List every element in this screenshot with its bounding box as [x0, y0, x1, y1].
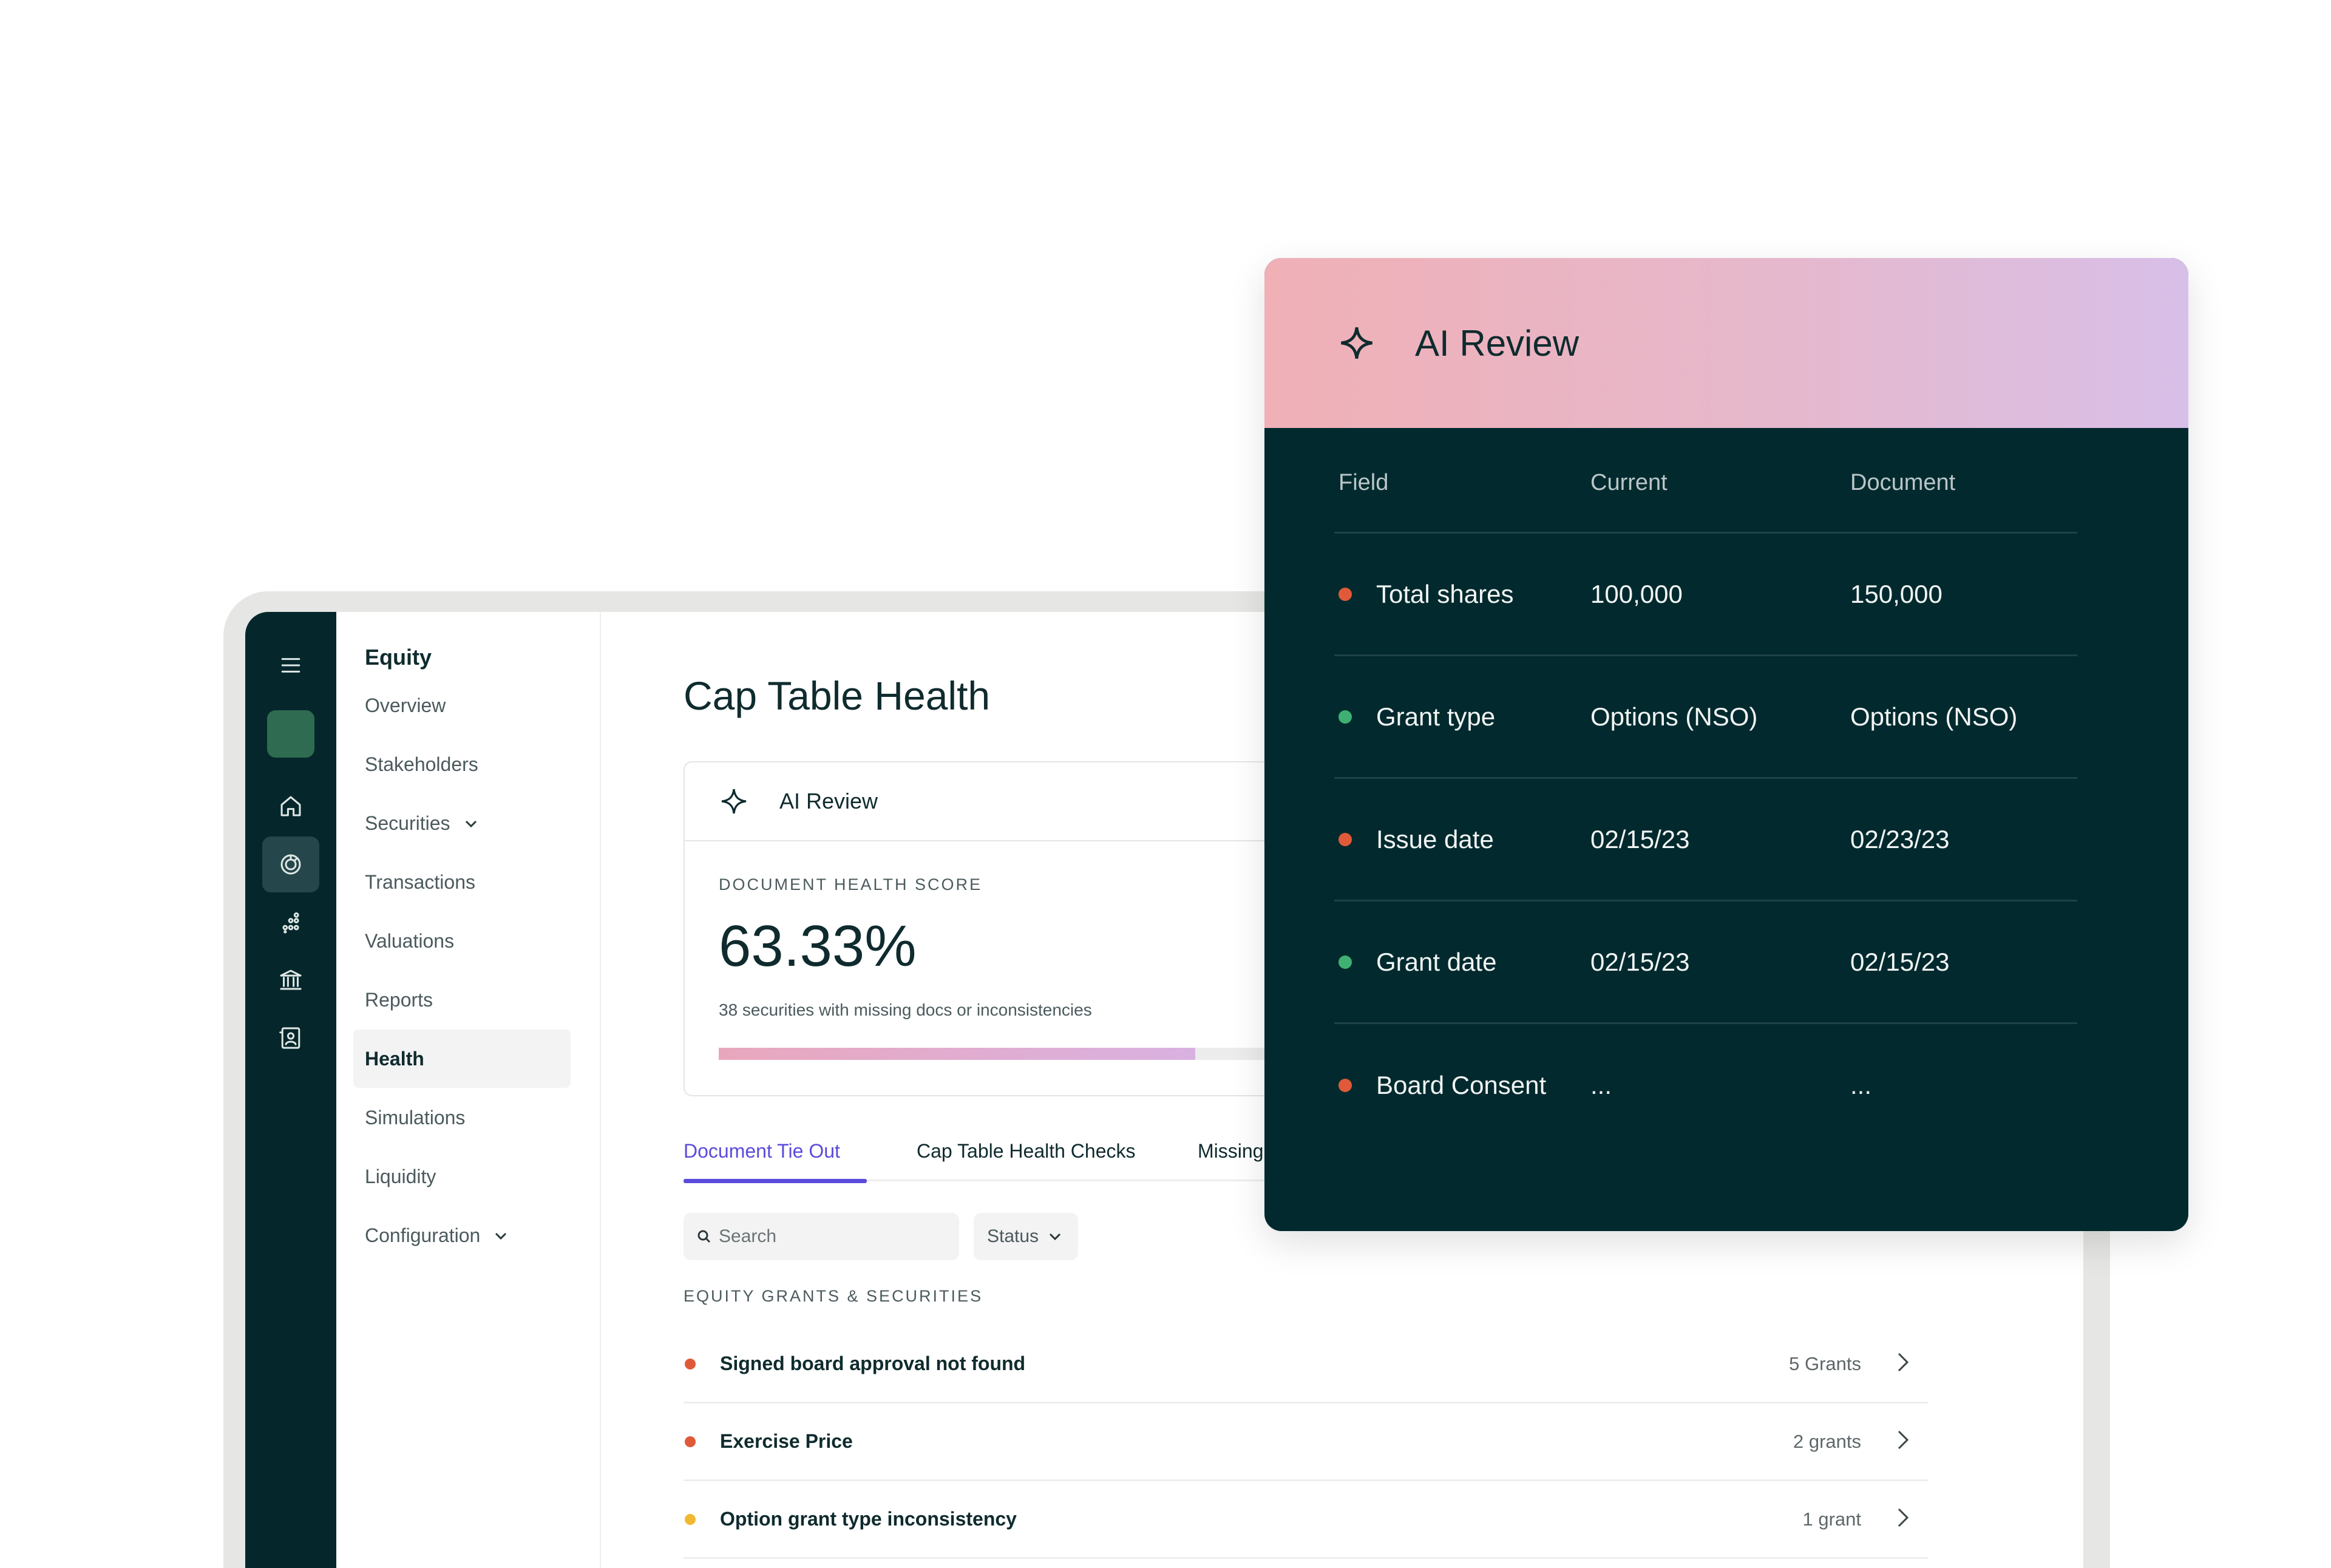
table-row[interactable]: Total shares 100,000 150,000	[1334, 534, 2077, 656]
table-row[interactable]: Issue date 02/15/23 02/23/23	[1334, 779, 2077, 901]
severity-dot	[685, 1358, 696, 1369]
dots-chart-icon[interactable]	[245, 898, 336, 947]
subnav-item-configuration[interactable]: Configuration	[353, 1206, 571, 1264]
column-header-current: Current	[1590, 470, 1668, 495]
field-name: Board Consent	[1376, 1071, 1547, 1099]
subnav-item-transactions[interactable]: Transactions	[353, 853, 571, 911]
field-name: Grant type	[1376, 702, 1496, 731]
icon-rail	[245, 612, 336, 1568]
document-value: ...	[1850, 1071, 1872, 1099]
issue-title: Signed board approval not found	[720, 1352, 1026, 1374]
issue-title: Option grant type inconsistency	[720, 1508, 1017, 1530]
subnav-item-stakeholders[interactable]: Stakeholders	[353, 735, 571, 793]
ai-review-card-title: AI Review	[779, 789, 878, 813]
issue-row[interactable]: Exercise Price 2 grants	[684, 1403, 1928, 1481]
status-filter-dropdown[interactable]: Status	[974, 1213, 1078, 1260]
sparkle-icon	[1341, 327, 1372, 359]
current-value: ...	[1590, 1071, 1612, 1099]
column-header-document: Document	[1850, 470, 1956, 495]
subnav-item-label: Health	[365, 1047, 424, 1070]
issue-list: Signed board approval not found 5 Grants…	[684, 1326, 1928, 1559]
home-icon[interactable]	[245, 782, 336, 830]
status-dot	[1339, 832, 1352, 846]
sparkle-icon	[721, 789, 747, 814]
ai-review-panel-title: AI Review	[1415, 322, 1579, 364]
contacts-icon[interactable]	[245, 1014, 336, 1062]
field-name: Issue date	[1376, 824, 1494, 854]
section-label: EQUITY GRANTS & SECURITIES	[684, 1287, 983, 1305]
subnav-heading: Equity	[365, 645, 432, 670]
subnav-item-reports[interactable]: Reports	[353, 971, 571, 1029]
subnav-item-securities[interactable]: Securities	[353, 794, 571, 852]
status-dot	[1339, 710, 1352, 724]
equity-icon[interactable]	[245, 840, 336, 889]
ai-review-panel-header: AI Review	[1264, 258, 2188, 428]
table-row[interactable]: Board Consent ... ...	[1334, 1024, 2077, 1147]
subnav-item-label: Simulations	[365, 1106, 466, 1128]
tab-missing[interactable]: Missing	[1198, 1121, 1263, 1181]
score-value: 63.33%	[719, 914, 917, 979]
field-name: Grant date	[1376, 947, 1497, 976]
bank-icon[interactable]	[245, 955, 336, 1004]
tab-cap-table-health-checks[interactable]: Cap Table Health Checks	[917, 1121, 1136, 1181]
search-placeholder: Search	[719, 1226, 777, 1246]
equity-subnav: Equity Overview Stakeholders Securities …	[336, 612, 601, 1568]
issue-count: 2 grants	[1793, 1430, 1861, 1452]
document-value: 150,000	[1850, 579, 1942, 608]
issue-count: 5 Grants	[1789, 1352, 1861, 1374]
subnav-item-label: Reports	[365, 988, 433, 1011]
subnav-item-health[interactable]: Health	[353, 1030, 571, 1088]
table-header: Field Current Document	[1334, 428, 2077, 534]
chevron-right-icon[interactable]	[1889, 1349, 1928, 1379]
status-dot	[1339, 1079, 1352, 1092]
page-title: Cap Table Health	[684, 673, 991, 718]
document-value: 02/15/23	[1850, 947, 1950, 976]
subnav-item-valuations[interactable]: Valuations	[353, 912, 571, 970]
score-label: DOCUMENT HEALTH SCORE	[719, 875, 983, 894]
severity-dot	[685, 1513, 696, 1525]
subnav-item-overview[interactable]: Overview	[353, 676, 571, 735]
current-value: 100,000	[1590, 579, 1683, 608]
severity-dot	[685, 1436, 696, 1447]
issue-title: Exercise Price	[720, 1430, 853, 1452]
table-row[interactable]: Grant type Options (NSO) Options (NSO)	[1334, 656, 2077, 779]
chevron-down-icon	[492, 1227, 509, 1244]
issue-row[interactable]: Option grant type inconsistency 1 grant	[684, 1481, 1928, 1559]
subnav-item-label: Stakeholders	[365, 753, 478, 775]
chevron-right-icon[interactable]	[1889, 1504, 1928, 1534]
subnav-item-simulations[interactable]: Simulations	[353, 1088, 571, 1147]
document-value: Options (NSO)	[1850, 702, 2018, 731]
chevron-down-icon	[463, 815, 480, 832]
subnav-item-label: Securities	[365, 812, 450, 834]
current-value: 02/15/23	[1590, 947, 1690, 976]
ai-review-panel: AI Review Field Current Document Total s…	[1264, 258, 2188, 1231]
current-value: Options (NSO)	[1590, 702, 1758, 731]
status-filter-label: Status	[987, 1226, 1039, 1246]
subnav-item-label: Overview	[365, 694, 446, 716]
tab-document-tie-out[interactable]: Document Tie Out	[684, 1121, 867, 1183]
table-row[interactable]: Grant date 02/15/23 02/15/23	[1334, 901, 2077, 1024]
field-name: Total shares	[1376, 579, 1514, 608]
column-header-field: Field	[1339, 470, 1389, 495]
chevron-right-icon[interactable]	[1889, 1427, 1928, 1456]
subnav-item-label: Configuration	[365, 1224, 481, 1246]
subnav-item-liquidity[interactable]: Liquidity	[353, 1147, 571, 1206]
status-dot	[1339, 955, 1352, 969]
document-value: 02/23/23	[1850, 824, 1950, 854]
current-value: 02/15/23	[1590, 824, 1690, 854]
search-input[interactable]: Search	[684, 1213, 959, 1260]
issue-count: 1 grant	[1802, 1508, 1861, 1530]
issue-row[interactable]: Signed board approval not found 5 Grants	[684, 1326, 1928, 1403]
status-dot	[1339, 587, 1352, 601]
menu-icon[interactable]	[245, 641, 336, 690]
ai-review-table: Field Current Document Total shares 100,…	[1334, 428, 2077, 1147]
subnav-item-label: Liquidity	[365, 1165, 436, 1187]
search-icon	[697, 1230, 711, 1243]
score-subtitle: 38 securities with missing docs or incon…	[719, 1000, 1092, 1019]
subnav-item-label: Valuations	[365, 929, 455, 952]
chevron-down-icon	[1050, 1233, 1061, 1241]
workspace-logo[interactable]	[267, 710, 314, 758]
score-progress-fill	[719, 1048, 1196, 1060]
subnav-item-label: Transactions	[365, 871, 475, 893]
